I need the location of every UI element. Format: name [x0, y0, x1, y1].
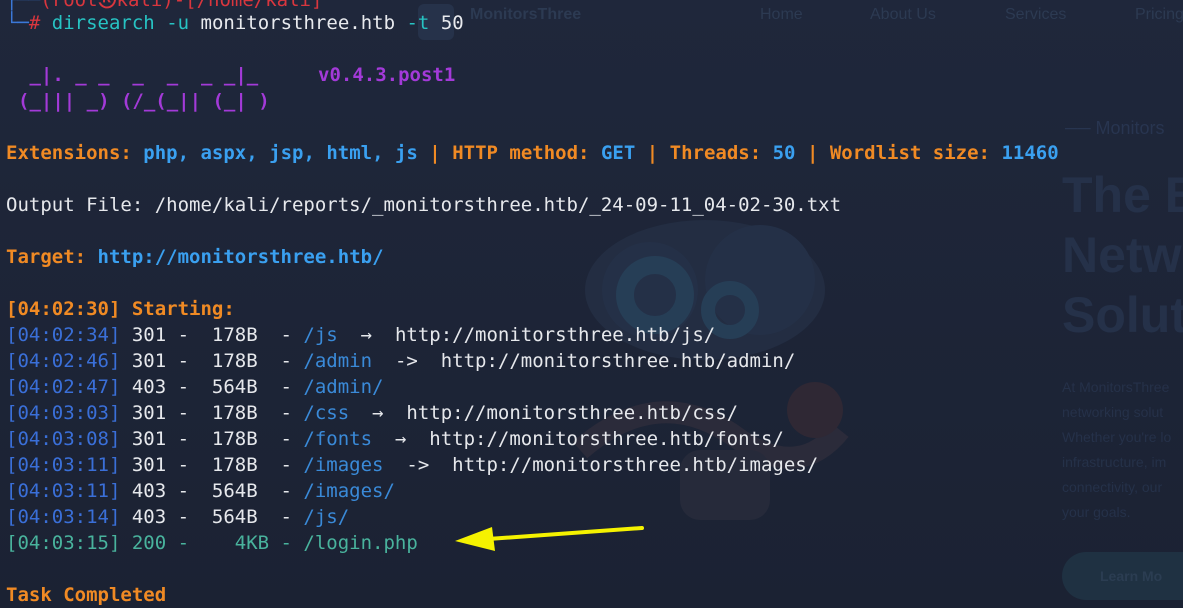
terminal-output: ┌──(root㉿kali)-[/home/kali] └─# dirsearc…	[0, 0, 1183, 608]
screen: MonitorsThree Home About Us Services Pri…	[0, 0, 1183, 608]
yellow-arrow-annotation	[455, 526, 644, 551]
